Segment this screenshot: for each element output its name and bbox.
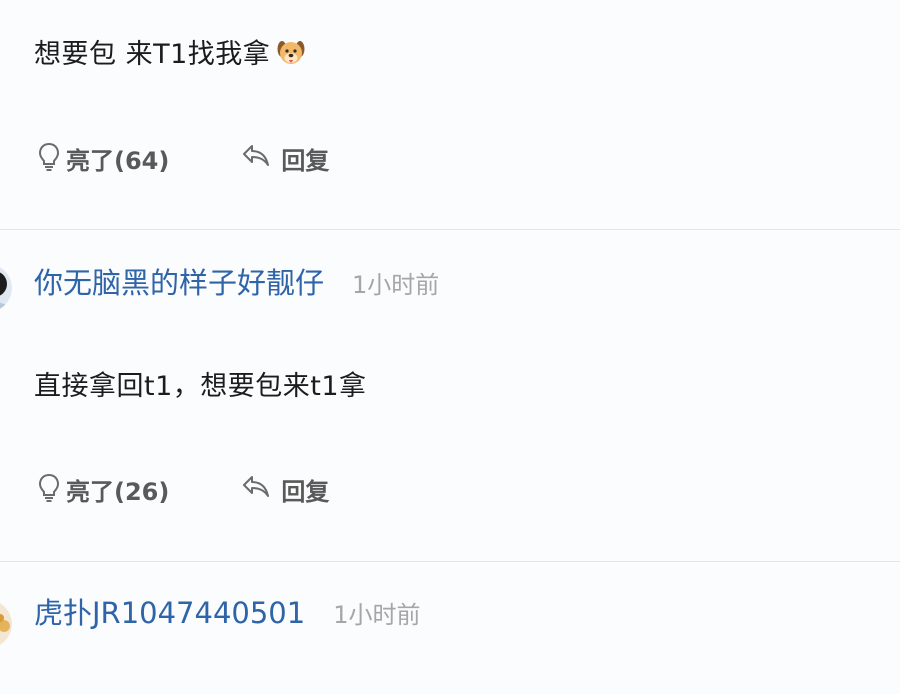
comment-actions: 亮了(26) 回复 [34, 469, 329, 509]
avatar[interactable] [0, 600, 12, 648]
comment-text-content: 想要包 来T1找我拿 [34, 39, 271, 70]
username-link[interactable]: 虎扑JR1047440501 [34, 590, 305, 632]
reply-arrow-icon [241, 474, 271, 504]
comment-header: 虎扑JR1047440501 1小时前 [34, 590, 421, 632]
comment-text: 想要包 来T1找我拿 [34, 32, 306, 71]
divider [0, 561, 900, 562]
avatar[interactable] [0, 264, 12, 312]
timestamp: 1小时前 [333, 601, 421, 629]
divider [0, 229, 900, 230]
like-button[interactable]: 亮了(64) [34, 139, 169, 177]
reply-button[interactable]: 回复 [241, 141, 329, 176]
comment-text: 直接拿回t1，想要包来t1拿 [34, 371, 367, 402]
username-link[interactable]: 你无脑黑的样子好靓仔 [34, 260, 324, 302]
comment-thread: 想要包 来T1找我拿 亮了(64) 回复 你无脑黑的样子好靓仔 1小时前 直接拿… [0, 0, 900, 694]
comment-header: 你无脑黑的样子好靓仔 1小时前 [34, 260, 439, 302]
reply-button[interactable]: 回复 [241, 472, 329, 507]
comment-actions: 亮了(64) 回复 [34, 138, 329, 178]
like-button[interactable]: 亮了(26) [34, 470, 169, 508]
reply-label: 回复 [281, 146, 330, 175]
like-count-label: 亮了(64) [66, 146, 170, 175]
lightbulb-icon [34, 470, 64, 508]
timestamp: 1小时前 [352, 271, 440, 299]
like-count-label: 亮了(26) [66, 477, 170, 506]
lightbulb-icon [34, 139, 64, 177]
reply-arrow-icon [241, 143, 271, 173]
dog-face-icon [276, 38, 306, 68]
reply-label: 回复 [281, 477, 330, 506]
